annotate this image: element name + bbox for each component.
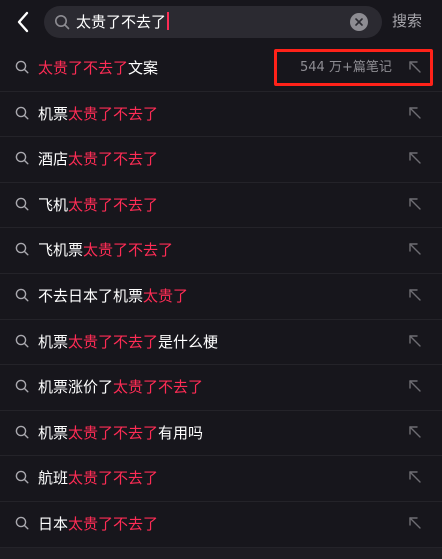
suggestion-highlight: 太贵了 (143, 286, 189, 305)
suggestion-item[interactable]: 机票涨价了太贵了不去了 (0, 365, 442, 411)
search-query[interactable]: 太贵了不去了 (76, 12, 170, 32)
suggestion-list: 太贵了不去了文案 544 万+篇笔记 机票太贵了不去了 酒店太贵了不去了 飞机太贵了不去… (0, 46, 442, 548)
suggestion-highlight: 太贵了不去了 (68, 332, 159, 351)
suggestion-text: 不去日本了机票太贵了 (38, 285, 188, 307)
suggestion-text: 酒店太贵了不去了 (38, 148, 158, 170)
suggestion-suffix: 是什么梗 (158, 332, 219, 351)
suggestion-prefix: 飞机票 (38, 241, 84, 260)
suggestion-suffix: 有用吗 (158, 423, 204, 442)
suggestion-item[interactable]: 航班太贵了不去了 (0, 456, 442, 502)
arrow-up-left-icon[interactable] (408, 197, 422, 211)
suggestion-item[interactable]: 酒店太贵了不去了 (0, 137, 442, 183)
clear-icon (355, 18, 363, 26)
arrow-up-left-icon[interactable] (408, 151, 422, 165)
suggestion-highlight: 太贵了不去了 (68, 514, 159, 533)
suggestion-highlight: 太贵了不去了 (68, 104, 159, 123)
search-submit-button[interactable]: 搜索 (392, 11, 422, 31)
search-icon (15, 197, 29, 211)
suggestion-item[interactable]: 飞机票太贵了不去了 (0, 228, 442, 274)
suggestion-highlight: 太贵了不去了 (68, 469, 159, 488)
suggestion-highlight: 太贵了不去了 (68, 423, 159, 442)
suggestion-highlight: 太贵了不去了 (68, 195, 159, 214)
search-icon (15, 151, 29, 165)
chevron-left-icon (17, 11, 29, 33)
suggestion-text: 太贵了不去了文案 (38, 57, 158, 79)
suggestion-highlight: 太贵了不去了 (68, 150, 159, 169)
suggestion-text: 日本太贵了不去了 (38, 513, 158, 535)
search-icon (15, 471, 29, 484)
search-icon (15, 243, 29, 256)
suggestion-text: 飞机太贵了不去了 (38, 194, 158, 216)
search-icon (15, 379, 29, 393)
arrow-up-left-icon[interactable] (408, 60, 422, 74)
bottom-edge (0, 548, 442, 559)
suggestion-text: 机票太贵了不去了 (38, 103, 158, 125)
note-count: 544 万+篇笔记 (300, 60, 392, 75)
suggestion-item[interactable]: 机票太贵了不去了 (0, 92, 442, 138)
suggestion-text: 机票太贵了不去了是什么梗 (38, 331, 218, 353)
suggestion-prefix: 飞机 (38, 195, 69, 214)
suggestion-prefix: 机票 (38, 423, 69, 442)
back-button[interactable] (10, 8, 36, 36)
search-input[interactable]: 太贵了不去了 (44, 6, 382, 38)
clear-button[interactable] (350, 13, 368, 31)
suggestion-item[interactable]: 机票太贵了不去了有用吗 (0, 411, 442, 457)
suggestion-prefix: 日本 (38, 514, 69, 533)
search-query-text: 太贵了不去了 (76, 13, 167, 31)
suggestion-highlight: 太贵了不去了 (113, 378, 204, 397)
suggestion-prefix: 机票 (38, 332, 69, 351)
arrow-up-left-icon[interactable] (408, 106, 422, 120)
suggestion-text: 机票太贵了不去了有用吗 (38, 422, 203, 444)
text-caret (167, 12, 170, 30)
suggestion-prefix: 机票 (38, 104, 69, 123)
search-bar: 太贵了不去了 搜索 (0, 0, 442, 46)
search-icon (55, 15, 70, 30)
suggestion-highlight: 太贵了不去了 (38, 59, 129, 77)
arrow-up-left-icon[interactable] (408, 242, 422, 256)
arrow-up-left-icon[interactable] (408, 288, 422, 302)
suggestion-prefix: 酒店 (38, 150, 69, 169)
suggestion-prefix: 机票涨价了 (38, 378, 114, 397)
arrow-up-left-icon[interactable] (408, 379, 422, 393)
suggestion-prefix: 航班 (38, 469, 69, 488)
suggestion-suffix: 文案 (128, 59, 159, 77)
arrow-up-left-icon[interactable] (408, 470, 422, 484)
suggestion-item[interactable]: 日本太贵了不去了 (0, 502, 442, 548)
search-icon (15, 288, 29, 302)
suggestion-item[interactable]: 不去日本了机票太贵了 (0, 274, 442, 320)
arrow-up-left-icon[interactable] (408, 425, 422, 439)
suggestion-text: 机票涨价了太贵了不去了 (38, 376, 203, 398)
suggestion-prefix: 不去日本了机票 (38, 286, 144, 305)
search-icon (15, 60, 29, 74)
search-icon (15, 106, 29, 120)
suggestion-highlight: 太贵了不去了 (83, 241, 174, 260)
search-icon (15, 425, 29, 439)
arrow-up-left-icon[interactable] (408, 334, 422, 348)
suggestion-item[interactable]: 机票太贵了不去了是什么梗 (0, 320, 442, 366)
suggestion-text: 航班太贵了不去了 (38, 467, 158, 489)
search-icon (15, 334, 29, 348)
suggestion-item[interactable]: 飞机太贵了不去了 (0, 183, 442, 229)
suggestion-item[interactable]: 太贵了不去了文案 544 万+篇笔记 (0, 46, 442, 92)
arrow-up-left-icon[interactable] (408, 516, 422, 530)
suggestion-text: 飞机票太贵了不去了 (38, 239, 173, 261)
search-icon (15, 516, 29, 530)
